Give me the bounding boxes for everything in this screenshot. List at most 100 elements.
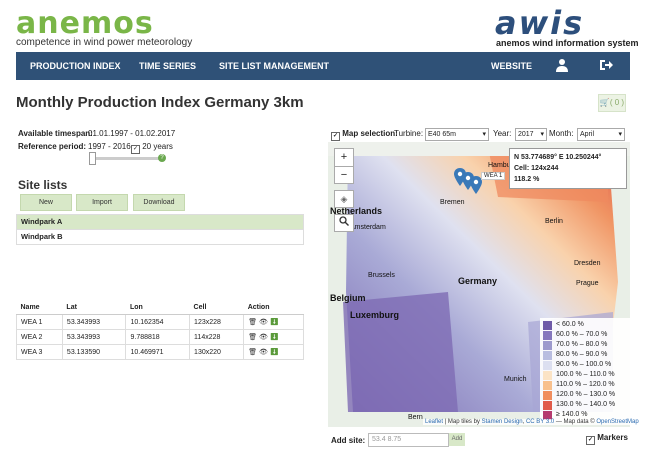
nav-time-series[interactable]: TIME SERIES (139, 52, 196, 80)
legend-item: 120.0 % – 130.0 % (543, 390, 629, 400)
reference-slider-track[interactable] (89, 157, 161, 160)
cell-cell: 130x220 (189, 344, 245, 360)
cell-lon: 10.469971 (125, 344, 191, 360)
ccby-link[interactable]: CC BY 3.0 (526, 419, 554, 425)
label-bern: Bern (408, 414, 423, 421)
nav-website[interactable]: WEBSITE (491, 52, 532, 80)
user-icon[interactable] (556, 58, 570, 72)
turbine-select[interactable]: E40 65m ▾ (425, 128, 489, 141)
cell-name: WEA 3 (16, 344, 63, 360)
label-brussels: Brussels (368, 272, 395, 279)
legend-swatch (543, 330, 552, 340)
delete-icon[interactable]: 🗑 (248, 349, 257, 356)
col-name: Name (16, 301, 63, 315)
nav-production-index[interactable]: PRODUCTION INDEX (30, 52, 121, 80)
map-selection-checkbox[interactable]: ✓ Map selection: (331, 129, 398, 141)
table-row: WEA 1 53.343993 10.162354 123x228 🗑 👁 ⬇ (16, 314, 304, 330)
legend-label: 60.0 % – 70.0 % (556, 331, 608, 338)
zoom-control: + − (334, 148, 354, 184)
year-label: Year: (493, 129, 512, 138)
legend-item: 60.0 % – 70.0 % (543, 330, 629, 340)
reference-slider-handle[interactable] (89, 152, 96, 165)
legend-label: 90.0 % – 100.0 % (556, 361, 612, 368)
legend-item: 100.0 % – 110.0 % (543, 370, 629, 380)
stamen-link[interactable]: Stamen Design (482, 419, 523, 425)
site-list: Windpark A Windpark B (16, 214, 304, 245)
label-belgium: Belgium (330, 293, 366, 303)
import-button[interactable]: Import (76, 194, 128, 211)
map-legend: < 60.0 % 60.0 % – 70.0 % 70.0 % – 80.0 % 80… (540, 318, 632, 422)
delete-icon[interactable]: 🗑 (248, 334, 257, 341)
label-munich: Munich (504, 376, 527, 383)
label-amsterdam: Amsterdam (350, 224, 386, 231)
nav-site-list-management[interactable]: SITE LIST MANAGEMENT (219, 52, 329, 80)
attr-text: | Map tiles by (443, 419, 482, 425)
legend-item: < 60.0 % (543, 320, 629, 330)
popup-value: 118.2 % (514, 176, 540, 183)
label-dresden: Dresden (574, 260, 601, 267)
label-germany: Germany (458, 276, 498, 286)
delete-icon[interactable]: 🗑 (248, 319, 257, 326)
cell-lon: 9.788818 (125, 329, 191, 345)
download-icon[interactable]: ⬇ (270, 334, 279, 341)
label-prague: Prague (576, 280, 599, 287)
add-site-button[interactable]: Add (449, 433, 465, 446)
main-nav: PRODUCTION INDEX TIME SERIES SITE LIST M… (16, 52, 630, 80)
legend-swatch (543, 320, 552, 330)
download-button[interactable]: Download (133, 194, 185, 211)
cell-lat: 53.343993 (61, 314, 127, 330)
legend-label: 70.0 % – 80.0 % (556, 341, 608, 348)
cell-cell: 114x228 (189, 329, 245, 345)
search-icon[interactable] (334, 214, 354, 232)
new-button[interactable]: New (20, 194, 72, 211)
legend-swatch (543, 390, 552, 400)
help-icon[interactable]: ? (158, 154, 166, 162)
zoom-out-button[interactable]: − (335, 167, 353, 184)
year-select[interactable]: 2017 ▾ (515, 128, 547, 141)
legend-item: 70.0 % – 80.0 % (543, 340, 629, 350)
download-icon[interactable]: ⬇ (270, 349, 279, 356)
anemos-logo: anemos (16, 6, 154, 41)
reference-label: Reference period: (18, 142, 87, 151)
tagline: competence in wind power meteorology (16, 37, 193, 48)
site-list-item-windpark-b[interactable]: Windpark B (16, 230, 304, 245)
legend-label: 80.0 % – 90.0 % (556, 351, 608, 358)
cell-cell: 123x228 (189, 314, 245, 330)
awis-subtitle: anemos wind information system (496, 38, 639, 48)
legend-item: 80.0 % – 90.0 % (543, 350, 629, 360)
osm-link[interactable]: OpenStreetMap (596, 419, 638, 425)
row-actions: 🗑 👁 ⬇ (243, 314, 304, 330)
legend-swatch (543, 340, 552, 350)
reference-20years-checkbox[interactable]: ✓ 20 years (131, 142, 173, 154)
legend-item: 90.0 % – 100.0 % (543, 360, 629, 370)
add-site-input[interactable]: 53.4 8.75 (368, 433, 449, 447)
cart-count: ( 0 ) (609, 98, 625, 107)
table-row: WEA 2 53.343993 9.788818 114x228 🗑 👁 ⬇ (16, 329, 304, 345)
popup-cell: Cell: 124x244 (514, 165, 559, 172)
legend-swatch (543, 370, 552, 380)
map-markers (454, 168, 482, 194)
view-icon[interactable]: 👁 (259, 319, 268, 326)
leaflet-link[interactable]: Leaflet (425, 419, 443, 425)
cell-lat: 53.343993 (61, 329, 127, 345)
map-attribution: Leaflet | Map tiles by Stamen Design, CC… (423, 419, 641, 425)
table-row: WEA 3 53.133590 10.469971 130x220 🗑 👁 ⬇ (16, 344, 304, 360)
reference-value: 1997 - 2016 (88, 142, 131, 151)
label-luxemburg: Luxemburg (350, 310, 400, 320)
popup-coords: N 53.774689° E 10.250244° (514, 154, 602, 161)
month-select[interactable]: April ▾ (577, 128, 625, 141)
awis-logo: awis (495, 4, 585, 42)
label-bremen: Bremen (440, 199, 465, 206)
download-icon[interactable]: ⬇ (270, 319, 279, 326)
markers-checkbox[interactable]: ✓ Markers (586, 433, 628, 445)
cart-button[interactable]: 🛒( 0 ) (598, 94, 626, 112)
layers-icon[interactable]: ◈ (334, 190, 354, 208)
zoom-in-button[interactable]: + (335, 149, 353, 167)
timespan-value: 01.01.1997 - 01.02.2017 (88, 129, 176, 138)
legend-swatch (543, 400, 552, 410)
site-list-item-windpark-a[interactable]: Windpark A (16, 214, 304, 230)
view-icon[interactable]: 👁 (259, 349, 268, 356)
logout-icon[interactable] (599, 58, 613, 72)
marker-tooltip: WEA 1 (481, 172, 506, 180)
view-icon[interactable]: 👁 (259, 334, 268, 341)
